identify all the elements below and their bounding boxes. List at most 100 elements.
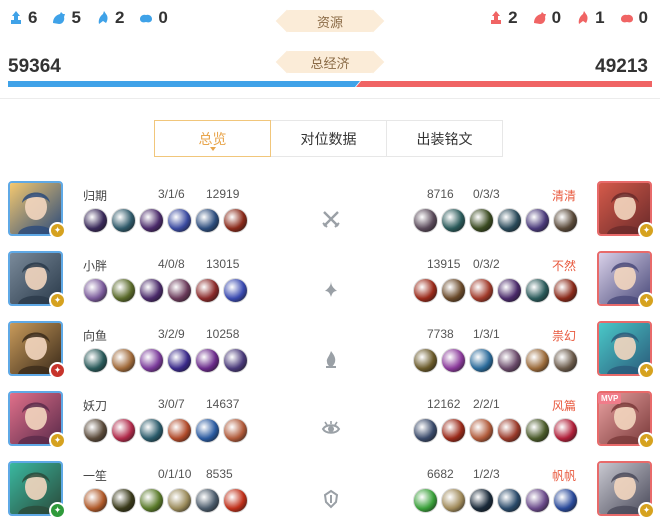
tab-matchup-label: 对位数据 [300,130,357,147]
equipment-item-icon[interactable] [223,348,248,373]
equipment-item-icon[interactable] [525,488,550,513]
equipment-item-icon[interactable] [83,488,108,513]
left-resource-value: 2 [114,8,125,27]
equipment-item-icon[interactable] [413,488,438,513]
equipment-item-icon[interactable] [469,208,494,233]
equipment-item-icon[interactable] [413,208,438,233]
blue-player-kda: 3/2/9 [158,327,185,341]
equipment-item-icon[interactable] [525,278,550,303]
marksman-eye-icon [321,419,341,439]
equipment-item-icon[interactable] [441,278,466,303]
equipment-item-icon[interactable] [223,278,248,303]
red-player-kda: 1/2/3 [473,467,500,481]
equipment-item-icon[interactable] [413,348,438,373]
player-row: ✦ 向鱼 3/2/9 10258 7738 1/3/1 祟幻 ✦ [0,321,660,379]
red-tower-icon [488,10,504,26]
equipment-item-icon[interactable] [139,278,164,303]
equipment-item-icon[interactable] [413,418,438,443]
right-resource-1: 0 [532,8,561,28]
tab-matchup-data[interactable]: 对位数据 [270,120,387,157]
equipment-item-icon[interactable] [441,208,466,233]
equipment-item-icon[interactable] [139,208,164,233]
equipment-item-icon[interactable] [553,278,578,303]
equipment-item-icon[interactable] [441,488,466,513]
equipment-item-icon[interactable] [83,208,108,233]
equipment-item-icon[interactable] [139,488,164,513]
equipment-item-icon[interactable] [167,348,192,373]
left-resource-1: 5 [51,8,81,28]
red-player-gold: 7738 [427,327,454,341]
equipment-item-icon[interactable] [167,488,192,513]
blue-player-name: 妖刀 [83,399,108,413]
equipment-item-icon[interactable] [111,278,136,303]
equipment-item-icon[interactable] [497,488,522,513]
support-shield-icon [321,489,341,509]
summoner-spell-icon: ✦ [49,362,66,379]
equipment-item-icon[interactable] [525,208,550,233]
equipment-item-icon[interactable] [167,208,192,233]
equipment-item-icon[interactable] [223,418,248,443]
summoner-spell-icon: ✦ [49,432,66,449]
blue-player-items [83,418,248,443]
summoner-spell-icon: ✦ [49,502,66,519]
equipment-item-icon[interactable] [525,348,550,373]
blue-player-gold: 10258 [206,327,240,341]
equipment-item-icon[interactable] [497,418,522,443]
equipment-item-icon[interactable] [553,488,578,513]
equipment-item-icon[interactable] [553,418,578,443]
summoner-spell-icon: ✦ [638,502,655,519]
economy-bar-red [356,81,652,87]
equipment-item-icon[interactable] [497,348,522,373]
equipment-item-icon[interactable] [195,488,220,513]
equipment-item-icon[interactable] [139,418,164,443]
equipment-item-icon[interactable] [167,418,192,443]
equipment-item-icon[interactable] [223,488,248,513]
left-resource-value: 5 [71,8,81,27]
equipment-item-icon[interactable] [139,348,164,373]
summoner-spell-icon: ✦ [49,292,66,309]
mid-lane-flame-icon [321,349,341,369]
equipment-item-icon[interactable] [83,278,108,303]
blue-overlord-icon [95,10,111,26]
equipment-item-icon[interactable] [497,278,522,303]
equipment-item-icon[interactable] [111,208,136,233]
equipment-item-icon[interactable] [553,348,578,373]
equipment-item-icon[interactable] [167,278,192,303]
summoner-spell-icon: ✦ [638,362,655,379]
left-resource-3: 0 [138,8,168,28]
equipment-item-icon[interactable] [553,208,578,233]
equipment-item-icon[interactable] [111,488,136,513]
equipment-item-icon[interactable] [195,208,220,233]
equipment-item-icon[interactable] [83,418,108,443]
red-player-name: 祟幻 [551,329,576,343]
blue-player-kda: 3/1/6 [158,187,185,201]
blue-player-items [83,208,248,233]
resources-pill: 资源 [286,10,374,32]
equipment-item-icon[interactable] [525,418,550,443]
equipment-item-icon[interactable] [441,418,466,443]
equipment-item-icon[interactable] [111,418,136,443]
tab-overview[interactable]: 总览 [154,120,271,157]
blue-crystal-icon [138,10,154,26]
equipment-item-icon[interactable] [195,278,220,303]
blue-team-gold: 59364 [8,56,61,77]
equipment-item-icon[interactable] [469,278,494,303]
equipment-item-icon[interactable] [469,418,494,443]
blue-player-items [83,278,248,303]
equipment-item-icon[interactable] [195,348,220,373]
equipment-item-icon[interactable] [497,208,522,233]
summoner-spell-icon: ✦ [638,432,655,449]
equipment-item-icon[interactable] [223,208,248,233]
tab-build-runes[interactable]: 出装铭文 [386,120,503,157]
equipment-item-icon[interactable] [413,278,438,303]
equipment-item-icon[interactable] [469,348,494,373]
player-row: ✦ 一笙 0/1/10 8535 6682 1/2/3 帆帆 ✦ [0,461,660,519]
equipment-item-icon[interactable] [83,348,108,373]
blue-player-gold: 14637 [206,397,240,411]
equipment-item-icon[interactable] [469,488,494,513]
player-row: ✦ 小胖 4/0/8 13015 13915 0/3/2 不然 ✦ [0,251,660,309]
equipment-item-icon[interactable] [111,348,136,373]
red-player-gold: 8716 [427,187,454,201]
equipment-item-icon[interactable] [195,418,220,443]
equipment-item-icon[interactable] [441,348,466,373]
